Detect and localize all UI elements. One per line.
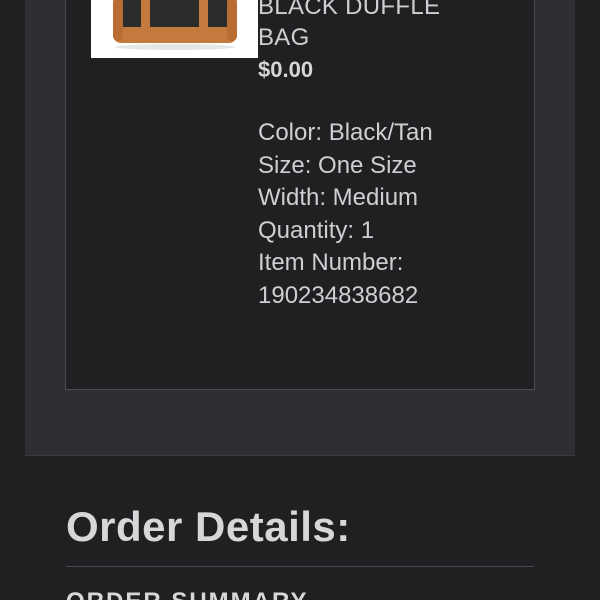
order-item-card: BLACK DUFFLE BAG $0.00 Color: Black/Tan … [65,0,535,390]
item-number-value: 190234838682 [258,281,419,309]
order-details-heading: Order Details: [66,503,351,550]
item-number-label: Item Number: [258,249,404,276]
duffle-bag-icon [91,0,258,58]
item-price: $0.00 [258,57,314,82]
product-image[interactable] [91,0,258,58]
section-divider [66,566,534,567]
item-quantity: Quantity: 1 [258,216,375,244]
item-color: Color: Black/Tan [258,119,433,146]
item-name-line-2[interactable]: BAG [258,24,310,51]
item-size: Size: One Size [258,151,417,179]
page: BLACK DUFFLE BAG $0.00 Color: Black/Tan … [0,0,600,600]
item-attributes: Color: Black/Tan Size: One Size Width: M… [258,117,528,312]
item-name-line-1[interactable]: BLACK DUFFLE [258,0,440,20]
order-summary-heading: ORDER SUMMARY [66,588,308,600]
item-name[interactable]: BLACK DUFFLE BAG [258,0,528,53]
item-width: Width: Medium [258,184,419,211]
order-item-panel: BLACK DUFFLE BAG $0.00 Color: Black/Tan … [25,0,575,456]
item-info: BLACK DUFFLE BAG $0.00 Color: Black/Tan … [258,0,528,312]
